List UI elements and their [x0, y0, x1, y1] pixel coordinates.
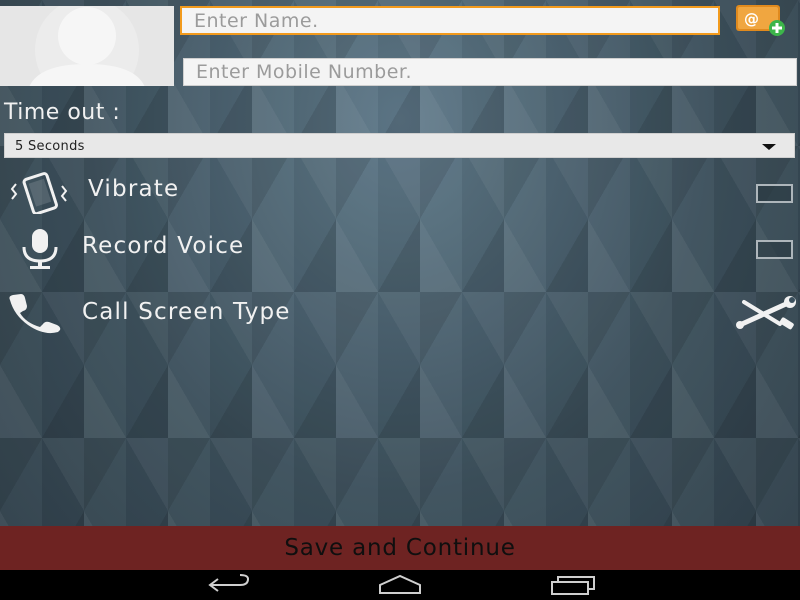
svg-text:@: @ [744, 10, 759, 28]
vibrate-checkbox[interactable] [756, 184, 793, 203]
vibrate-option-row[interactable]: Vibrate [0, 168, 800, 216]
mobile-number-input[interactable] [183, 58, 797, 86]
record-voice-checkbox[interactable] [756, 240, 793, 259]
home-icon[interactable] [376, 573, 424, 597]
timeout-label: Time out : [4, 100, 121, 125]
record-voice-label: Record Voice [82, 233, 245, 259]
back-icon[interactable] [206, 573, 252, 597]
vibrate-label: Vibrate [88, 176, 180, 202]
person-silhouette-icon [29, 6, 145, 86]
avatar[interactable] [0, 6, 174, 86]
call-screen-type-option-row[interactable]: Call Screen Type [0, 290, 800, 338]
system-navigation-bar [0, 570, 800, 600]
contact-card-add-icon: @ [736, 5, 785, 36]
vibrate-phone-icon [10, 172, 68, 214]
save-and-continue-label: Save and Continue [284, 535, 516, 561]
recent-apps-icon[interactable] [548, 573, 598, 597]
timeout-selected-value: 5 Seconds [15, 139, 85, 154]
call-screen-type-label: Call Screen Type [82, 299, 291, 325]
microphone-icon [22, 229, 58, 269]
save-and-continue-button[interactable]: Save and Continue [0, 526, 800, 570]
phone-handset-icon [9, 294, 61, 334]
record-voice-option-row[interactable]: Record Voice [0, 224, 800, 272]
dropdown-arrow-icon [762, 144, 776, 150]
contact-picker-button[interactable]: @ [734, 4, 792, 36]
timeout-dropdown[interactable]: 5 Seconds [4, 133, 795, 158]
wrench-screwdriver-icon[interactable] [734, 296, 798, 330]
name-input[interactable] [180, 6, 720, 35]
